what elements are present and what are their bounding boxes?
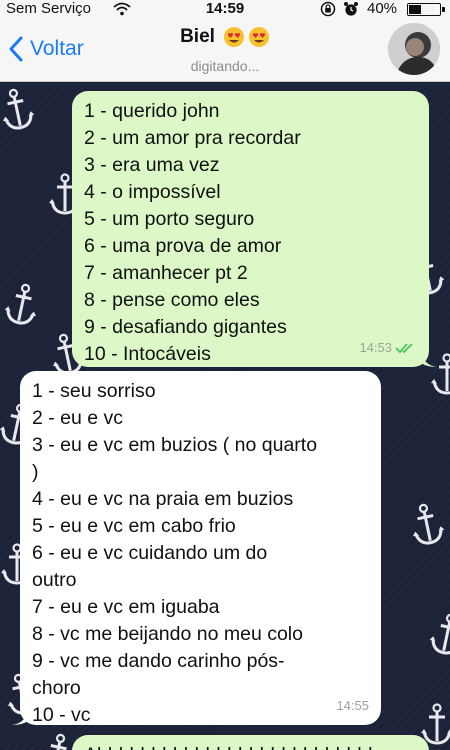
message-line: 6 - eu e vc cuidando um do — [32, 542, 268, 564]
contact-avatar[interactable] — [388, 23, 440, 75]
message-line: 1 - querido john — [84, 100, 220, 122]
contact-name-emojis — [223, 26, 270, 48]
anchor-icon — [413, 503, 445, 545]
outgoing-message[interactable]: Ahhhhhhhhhhhhhhhhhhhhhhhhhh — [72, 735, 429, 750]
message-meta: 14:55 — [336, 692, 369, 719]
battery-tip — [442, 7, 445, 12]
contact-name[interactable]: Biel — [0, 26, 450, 48]
battery-percentage: 40% — [367, 0, 398, 17]
message-line: 3 - eu e vc em buzios ( no quarto — [32, 434, 318, 456]
message-line: 10 - vc — [32, 704, 91, 726]
double-check-icon — [395, 342, 413, 353]
message-line: 8 - vc me beijando no meu colo — [32, 623, 303, 645]
message-line: ) — [32, 461, 39, 483]
rotation-lock-icon — [320, 1, 336, 17]
anchor-icon — [4, 283, 36, 325]
bubble-tail — [421, 351, 437, 367]
typing-status: digitando... — [190, 58, 260, 74]
message-time: 14:53 — [359, 340, 392, 355]
message-line: choro — [32, 677, 81, 699]
message-line: outro — [32, 569, 77, 591]
status-bar: Sem Serviço 14:59 40% — [0, 0, 450, 18]
message-line: 5 - eu e vc em cabo frio — [32, 515, 236, 537]
heart-eyes-emoji — [248, 27, 269, 47]
chat-header: Voltar Biel digitando... — [0, 18, 450, 82]
message-line: 6 - uma prova de amor — [84, 235, 282, 257]
message-line: 8 - pense como eles — [84, 289, 260, 311]
message-line: 9 - vc me dando carinho pós- — [32, 650, 285, 672]
battery-icon — [407, 3, 441, 16]
message-line: 7 - eu e vc em iguaba — [32, 596, 220, 618]
anchor-icon — [3, 88, 35, 130]
message-line: 4 - o impossível — [84, 181, 221, 203]
message-time: 14:55 — [336, 698, 369, 713]
message-meta: 14:53 — [359, 334, 417, 361]
chat-area[interactable]: 1 - querido john 2 - um amor pra recorda… — [0, 83, 450, 750]
message-line: 2 - eu e vc — [32, 407, 124, 429]
alarm-icon — [344, 2, 358, 16]
outgoing-message[interactable]: 1 - querido john 2 - um amor pra recorda… — [72, 91, 437, 367]
message-line: 7 - amanhecer pt 2 — [84, 262, 248, 284]
message-line: 2 - um amor pra recordar — [84, 127, 301, 149]
message-line: 5 - um porto seguro — [84, 208, 255, 230]
message-line: 4 - eu e vc na praia em buzios — [32, 488, 294, 510]
anchor-icon — [429, 613, 450, 655]
message-line: Ahhhhhhhhhhhhhhhhhhhhhhhhhh — [84, 742, 417, 750]
bubble-tail — [12, 709, 28, 725]
avatar-photo — [388, 23, 440, 75]
message-line: 3 - era uma vez — [84, 154, 220, 176]
message-line: 1 - seu sorriso — [32, 380, 156, 402]
heart-eyes-emoji — [223, 27, 244, 47]
incoming-message[interactable]: 1 - seu sorriso 2 - eu e vc 3 - eu e vc … — [12, 371, 381, 726]
contact-name-text: Biel — [180, 26, 215, 47]
